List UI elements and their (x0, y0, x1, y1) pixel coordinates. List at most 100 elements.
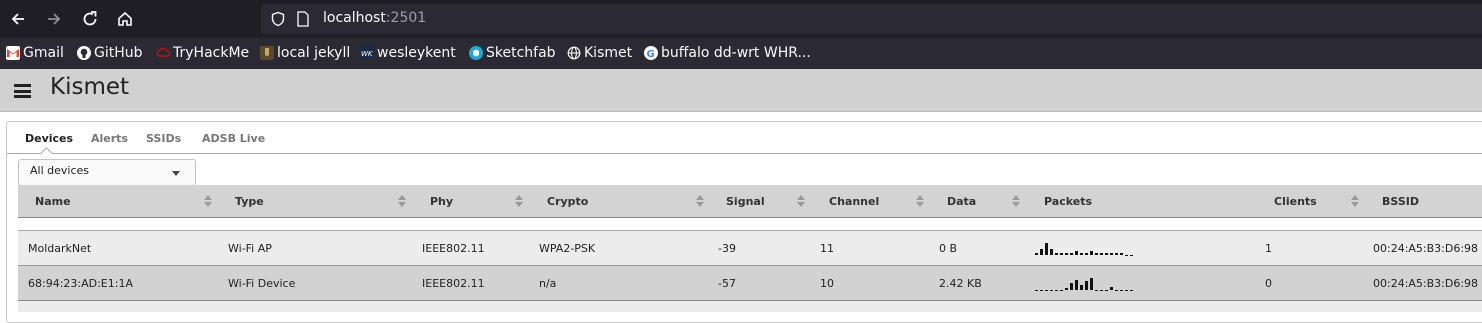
packet-bar (1075, 251, 1078, 255)
sort-icon[interactable] (696, 195, 704, 209)
tab-ssids[interactable]: SSIDs (146, 132, 181, 145)
tab-devices[interactable]: Devices (25, 132, 73, 145)
tab-bar: Devices Alerts SSIDs ADSB Live (7, 122, 1482, 160)
reload-icon (83, 11, 97, 26)
home-icon (118, 11, 132, 26)
cell-bssid: 00:24:A5:B3:D6:98 (1373, 277, 1479, 290)
cell-data: 0 B (939, 242, 958, 255)
bookmark-wesleykent[interactable]: WK wesleykent (360, 44, 456, 62)
packet-baseline (1120, 290, 1123, 291)
cell-clients: 0 (1265, 277, 1272, 290)
packet-baseline (1035, 290, 1038, 291)
cell-bssid: 00:24:A5:B3:D6:98 (1373, 242, 1479, 255)
bookmark-github[interactable]: GitHub (77, 44, 143, 62)
packet-bar (1060, 253, 1063, 255)
cell-type: Wi-Fi Device (228, 277, 296, 290)
back-button[interactable] (6, 7, 30, 31)
table-row[interactable]: MoldarkNet Wi-Fi AP IEEE802.11 WPA2-PSK … (18, 231, 1482, 266)
bookmark-kismet[interactable]: Kismet (567, 44, 632, 62)
home-button[interactable] (113, 7, 137, 31)
packet-bar (1055, 253, 1058, 255)
bookmark-gmail[interactable]: Gmail (6, 44, 64, 62)
packet-bar (1090, 278, 1093, 290)
tab-alerts[interactable]: Alerts (91, 132, 128, 145)
packet-baseline (1115, 290, 1118, 291)
packet-baseline (1060, 290, 1063, 291)
bookmark-local-jekyll[interactable]: local jekyll (260, 44, 350, 62)
device-filter-value: All devices (30, 164, 89, 177)
shield-icon[interactable] (270, 11, 286, 27)
col-bssid[interactable]: BSSID (1382, 195, 1419, 208)
packets-sparkline (1035, 278, 1133, 291)
cell-phy: IEEE802.11 (422, 242, 485, 255)
bookmark-label: Sketchfab (486, 45, 556, 61)
packet-baseline (1125, 290, 1128, 291)
cell-crypto: WPA2-PSK (539, 242, 596, 255)
bookmark-buffalo[interactable]: G buffalo dd-wrt WHR... (644, 44, 811, 62)
svg-text:G: G (647, 49, 655, 60)
menu-icon[interactable] (14, 84, 31, 98)
bookmark-label: GitHub (94, 45, 143, 61)
sort-icon[interactable] (1351, 195, 1359, 209)
col-crypto[interactable]: Crypto (547, 195, 588, 208)
wesleykent-icon: WK (360, 46, 374, 60)
active-tab-indicator (40, 147, 53, 160)
packets-sparkline (1035, 243, 1133, 256)
packet-bar (1115, 253, 1118, 255)
chevron-down-icon (172, 171, 180, 176)
col-data[interactable]: Data (947, 195, 976, 208)
packet-bar (1080, 285, 1083, 290)
sort-icon[interactable] (1012, 195, 1020, 209)
packet-baseline (1130, 290, 1133, 291)
col-clients[interactable]: Clients (1274, 195, 1317, 208)
packet-baseline (1055, 290, 1058, 291)
reload-button[interactable] (78, 7, 102, 31)
cell-crypto: n/a (539, 277, 557, 290)
table-spacer (18, 220, 1482, 231)
cell-data: 2.42 KB (939, 277, 982, 290)
table-row[interactable]: 68:94:23:AD:E1:1A Wi-Fi Device IEEE802.1… (18, 266, 1482, 301)
sort-icon[interactable] (515, 195, 523, 209)
globe-icon (567, 46, 581, 60)
page-icon (297, 11, 309, 27)
packet-bar (1085, 281, 1088, 290)
tab-adsb-live[interactable]: ADSB Live (202, 132, 265, 145)
col-phy[interactable]: Phy (430, 195, 453, 208)
packet-bar (1120, 253, 1123, 255)
bookmark-label: TryHackMe (173, 45, 250, 61)
svg-text:WK: WK (361, 50, 374, 58)
cell-name: MoldarkNet (28, 242, 92, 255)
col-type[interactable]: Type (235, 195, 264, 208)
packet-bar (1095, 253, 1098, 255)
sort-icon[interactable] (797, 195, 805, 209)
jekyll-icon (260, 46, 274, 60)
gmail-icon (6, 46, 20, 60)
table-row-partial (18, 301, 1482, 312)
app-header: Kismet (0, 69, 1482, 112)
bookmark-sketchfab[interactable]: Sketchfab (469, 44, 556, 62)
cell-channel: 11 (820, 242, 834, 255)
packet-bar (1065, 253, 1068, 255)
packet-baseline (1095, 290, 1098, 291)
cell-type: Wi-Fi AP (228, 242, 272, 255)
bookmark-label: buffalo dd-wrt WHR... (661, 45, 811, 61)
url-text[interactable]: localhost:2501 (323, 10, 426, 26)
forward-button[interactable] (42, 7, 66, 31)
packet-bar (1070, 253, 1073, 255)
sketchfab-icon (469, 46, 483, 60)
col-channel[interactable]: Channel (829, 195, 879, 208)
col-signal[interactable]: Signal (726, 195, 765, 208)
url-bar[interactable]: localhost:2501 (261, 4, 1482, 34)
google-icon: G (644, 46, 658, 60)
col-name[interactable]: Name (35, 195, 71, 208)
bookmark-tryhackme[interactable]: TryHackMe (156, 44, 249, 62)
sort-icon[interactable] (916, 195, 924, 209)
sort-icon[interactable] (204, 195, 212, 209)
bookmark-label: local jekyll (277, 45, 351, 61)
table-header: Name Type Phy Crypto Signal Channel Data… (18, 185, 1482, 218)
device-filter-select[interactable]: All devices (18, 159, 196, 186)
col-packets[interactable]: Packets (1044, 195, 1092, 208)
sort-icon[interactable] (398, 195, 406, 209)
cell-signal: -39 (718, 242, 736, 255)
bookmark-label: Kismet (584, 45, 633, 61)
